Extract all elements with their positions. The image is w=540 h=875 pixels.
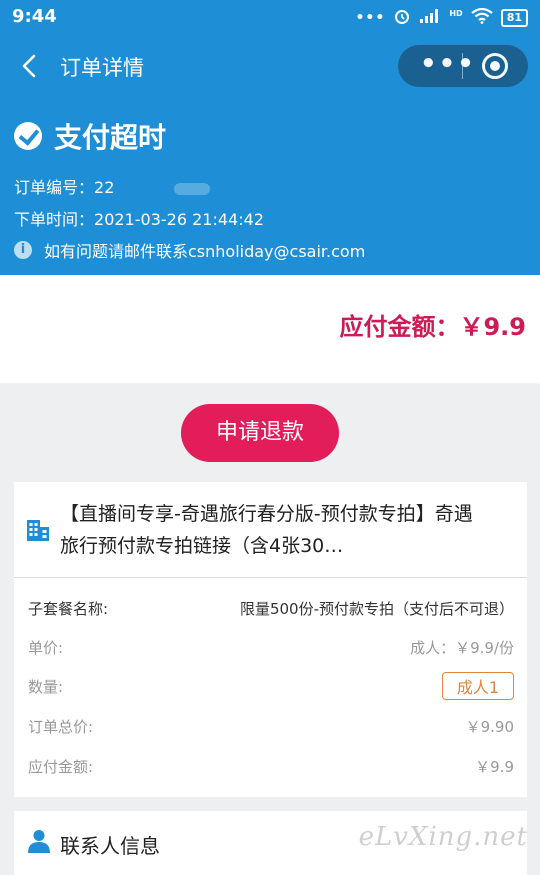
status-dots: ••• — [355, 10, 386, 26]
product-title: 【直播间专享-奇遇旅行春分版-预付款专拍】奇遇旅行预付款专拍链接（含4张30… — [60, 503, 473, 557]
mini-program-capsule: ••• — [398, 45, 528, 87]
status-bar: 9:44 ••• HD 81 — [0, 0, 540, 34]
status-time: 9:44 — [12, 6, 57, 27]
amount-due-panel: 应付金额：￥9.9 — [0, 275, 540, 383]
detail-label: 应付金额: — [28, 758, 94, 776]
detail-label: 数量: — [28, 678, 64, 696]
redacted-blur — [174, 182, 211, 195]
order-time-label: 下单时间： — [14, 210, 95, 229]
order-number-value: 22 — [94, 178, 115, 197]
wifi-icon — [471, 7, 493, 28]
order-number-label: 订单编号： — [14, 178, 95, 197]
check-circle-icon — [14, 122, 42, 150]
contact-section-title: 联系人信息 — [60, 834, 160, 858]
detail-value: ￥9.9 — [475, 758, 514, 776]
page-title: 订单详情 — [60, 56, 144, 80]
back-icon[interactable] — [16, 50, 44, 82]
contact-notice-line: i 如有问题请邮件联系csnholiday@csair.com — [14, 238, 365, 262]
quantity-tag: 成人1 — [441, 672, 514, 700]
person-icon — [28, 829, 50, 853]
detail-label: 单价: — [28, 639, 64, 657]
signal-hd-icon: HD — [449, 8, 463, 18]
order-status: 支付超时 — [14, 116, 166, 156]
battery-indicator: 81 — [500, 9, 528, 27]
refund-button[interactable]: 申请退款 — [181, 404, 339, 462]
contact-notice: 如有问题请邮件联系csnholiday@csair.com — [44, 242, 366, 261]
detail-value: 成人：￥9.9/份 — [410, 639, 514, 657]
nav-bar: 订单详情 ••• — [0, 42, 540, 92]
product-card: 【直播间专享-奇遇旅行春分版-预付款专拍】奇遇旅行预付款专拍链接（含4张30… … — [14, 482, 527, 797]
order-time-value: 2021-03-26 21:44:42 — [94, 210, 264, 229]
status-icons: ••• HD 81 — [355, 7, 528, 29]
detail-value: ￥9.90 — [465, 718, 514, 736]
capsule-divider — [462, 53, 463, 79]
close-target-icon[interactable] — [482, 53, 508, 79]
info-icon: i — [14, 241, 32, 259]
order-time-line: 下单时间：2021-03-26 21:44:42 — [14, 206, 264, 230]
building-icon — [26, 516, 50, 542]
alarm-icon — [393, 7, 411, 29]
order-status-text: 支付超时 — [54, 121, 167, 154]
more-icon[interactable]: ••• — [420, 51, 476, 77]
watermark: eLvXing.net — [358, 822, 528, 852]
detail-label: 订单总价: — [28, 718, 94, 736]
signal-icon — [419, 8, 441, 28]
order-header: 9:44 ••• HD 81 订单详情 ••• 支付超时 订单编号：22 下单时… — [0, 0, 540, 275]
detail-value: 限量500份-预付款专拍（支付后不可退） — [239, 600, 514, 618]
order-number-line: 订单编号：22 — [14, 174, 211, 198]
amount-due: 应付金额：￥9.9 — [339, 313, 526, 341]
product-header[interactable]: 【直播间专享-奇遇旅行春分版-预付款专拍】奇遇旅行预付款专拍链接（含4张30… — [14, 482, 527, 578]
detail-label: 子套餐名称: — [28, 600, 109, 618]
